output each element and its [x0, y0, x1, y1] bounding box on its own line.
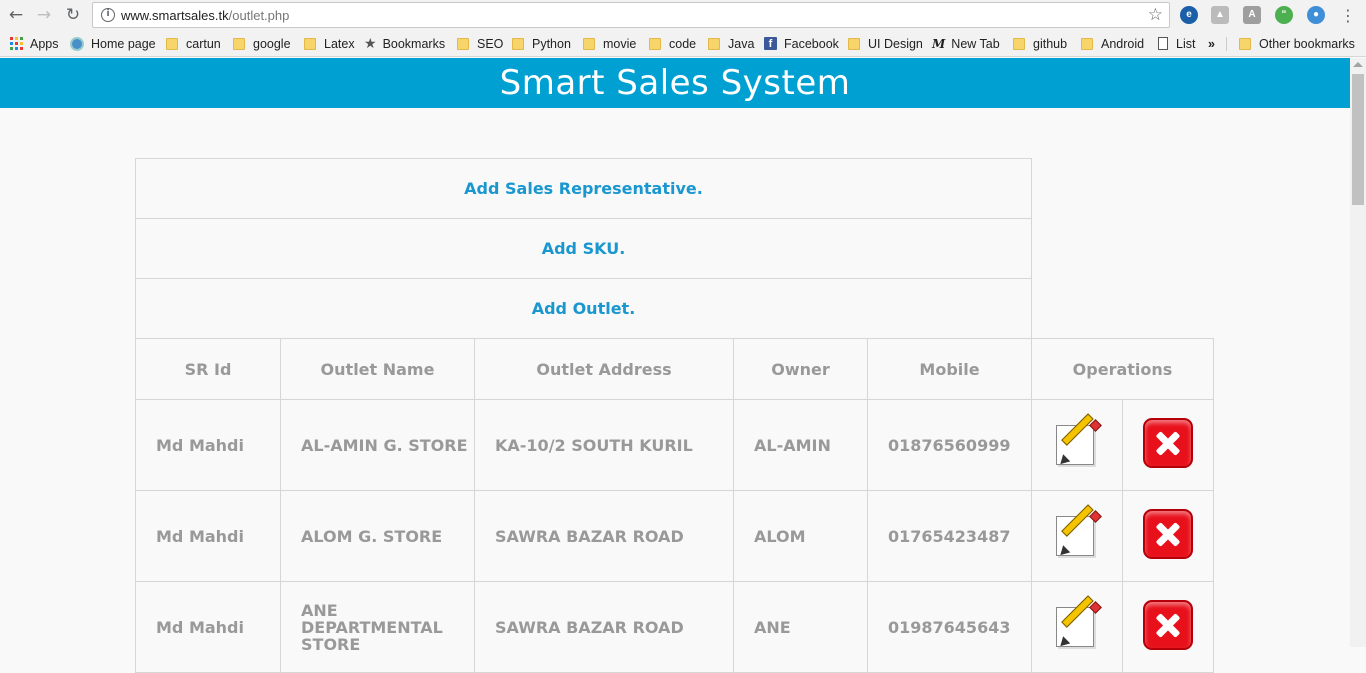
add-outlet-link[interactable]: Add Outlet.: [135, 278, 1032, 339]
medium-icon: M: [932, 36, 946, 51]
back-arrow-icon[interactable]: ←: [6, 5, 26, 25]
outlet-address-cell: SAWRA BAZAR ROAD: [474, 490, 734, 582]
owner-cell: ANE: [733, 581, 868, 673]
table-row: Md Mahdi AL-AMIN G. STORE KA-10/2 SOUTH …: [135, 399, 1214, 491]
reload-icon[interactable]: ↻: [63, 5, 83, 25]
delete-cell: [1122, 399, 1214, 491]
outlet-name-cell: AL-AMIN G. STORE: [280, 399, 475, 491]
edit-pencil-icon[interactable]: [1054, 413, 1102, 468]
edit-pencil-icon[interactable]: [1054, 504, 1102, 559]
folder-icon: [166, 37, 178, 50]
table-header-row: SR Id Outlet Name Outlet Address Owner M…: [135, 338, 1214, 400]
folder-icon: [457, 37, 469, 50]
column-header-sr-id: SR Id: [135, 338, 281, 400]
column-header-operations: Operations: [1031, 338, 1214, 400]
bookmark-movie[interactable]: movie: [583, 35, 636, 52]
url-text[interactable]: www.smartsales.tk/outlet.php: [121, 8, 289, 23]
folder-icon: [708, 37, 720, 50]
bookmark-list[interactable]: List: [1158, 35, 1195, 52]
info-icon[interactable]: i: [101, 8, 115, 22]
bookmark-code[interactable]: code: [649, 35, 696, 52]
bookmark-latex[interactable]: Latex: [304, 35, 355, 52]
scrollbar-thumb[interactable]: [1352, 74, 1364, 205]
folder-icon: [848, 37, 860, 50]
edit-cell: [1031, 490, 1123, 582]
bookmark-new-tab[interactable]: M New Tab: [932, 35, 1000, 52]
bookmarks-divider: [1226, 37, 1227, 51]
globe-extension-icon[interactable]: ●: [1307, 6, 1325, 24]
column-header-outlet-address: Outlet Address: [474, 338, 734, 400]
mobile-cell: 01987645643: [867, 581, 1032, 673]
delete-x-icon[interactable]: [1143, 418, 1193, 468]
bookmark-bookmarks[interactable]: ★ Bookmarks: [364, 35, 445, 52]
folder-icon: [583, 37, 595, 50]
bookmark-python[interactable]: Python: [512, 35, 571, 52]
bookmark-facebook[interactable]: f Facebook: [764, 35, 839, 52]
edit-cell: [1031, 581, 1123, 673]
star-icon: ★: [364, 35, 377, 51]
outlet-address-cell: KA-10/2 SOUTH KURIL: [474, 399, 734, 491]
android-icon[interactable]: ▲: [1211, 6, 1229, 24]
forward-arrow-icon[interactable]: →: [34, 5, 54, 25]
bookmark-android[interactable]: Android: [1081, 35, 1144, 52]
bookmark-home-page[interactable]: Home page: [70, 35, 156, 52]
folder-icon: [649, 37, 661, 50]
bookmark-star-icon[interactable]: ☆: [1148, 5, 1163, 25]
bookmark-apps[interactable]: Apps: [10, 35, 59, 52]
table-row: Md Mahdi ALOM G. STORE SAWRA BAZAR ROAD …: [135, 490, 1214, 582]
folder-icon: [1239, 37, 1251, 50]
add-sales-representative-link[interactable]: Add Sales Representative.: [135, 158, 1032, 219]
globe-icon: [70, 36, 84, 51]
browser-toolbar: ← → ↻ i www.smartsales.tk/outlet.php ☆ e…: [0, 0, 1366, 30]
address-bar[interactable]: i www.smartsales.tk/outlet.php ☆: [92, 2, 1170, 28]
bookmark-ui-design[interactable]: UI Design: [848, 35, 923, 52]
column-header-owner: Owner: [733, 338, 868, 400]
bookmark-google[interactable]: google: [233, 35, 291, 52]
edit-pencil-icon[interactable]: [1054, 595, 1102, 650]
menu-dots-icon[interactable]: ⋮: [1338, 5, 1358, 25]
bookmark-github[interactable]: github: [1013, 35, 1067, 52]
column-header-mobile: Mobile: [867, 338, 1032, 400]
mobile-cell: 01765423487: [867, 490, 1032, 582]
bookmark-seo[interactable]: SEO: [457, 35, 503, 52]
bookmark-cartun[interactable]: cartun: [166, 35, 221, 52]
bookmark-java[interactable]: Java: [708, 35, 754, 52]
bookmark-other-bookmarks[interactable]: Other bookmarks: [1239, 35, 1355, 52]
delete-cell: [1122, 490, 1214, 582]
delete-cell: [1122, 581, 1214, 673]
extension-icon[interactable]: e: [1180, 6, 1198, 24]
apps-grid-icon: [10, 37, 23, 50]
column-header-outlet-name: Outlet Name: [280, 338, 475, 400]
font-extension-icon[interactable]: A: [1243, 6, 1261, 24]
mobile-cell: 01876560999: [867, 399, 1032, 491]
folder-icon: [512, 37, 524, 50]
owner-cell: AL-AMIN: [733, 399, 868, 491]
quote-extension-icon[interactable]: “: [1275, 6, 1293, 24]
table-row: Md Mahdi ANE DEPARTMENTAL STORE SAWRA BA…: [135, 581, 1214, 673]
delete-x-icon[interactable]: [1143, 509, 1193, 559]
add-sku-link[interactable]: Add SKU.: [135, 218, 1032, 279]
sr-id-cell: Md Mahdi: [135, 490, 281, 582]
page-icon: [1158, 37, 1168, 50]
folder-icon: [1013, 37, 1025, 50]
sr-id-cell: Md Mahdi: [135, 581, 281, 673]
more-bookmarks-chevron[interactable]: »: [1208, 35, 1215, 52]
folder-icon: [1081, 37, 1093, 50]
outlet-table: SR Id Outlet Name Outlet Address Owner M…: [135, 338, 1214, 673]
outlet-name-cell: ALOM G. STORE: [280, 490, 475, 582]
folder-icon: [304, 37, 316, 50]
delete-x-icon[interactable]: [1143, 600, 1193, 650]
edit-cell: [1031, 399, 1123, 491]
scroll-up-arrow-icon[interactable]: [1353, 62, 1363, 67]
outlet-name-cell: ANE DEPARTMENTAL STORE: [280, 581, 475, 673]
owner-cell: ALOM: [733, 490, 868, 582]
outlet-address-cell: SAWRA BAZAR ROAD: [474, 581, 734, 673]
sr-id-cell: Md Mahdi: [135, 399, 281, 491]
folder-icon: [233, 37, 245, 50]
facebook-icon: f: [764, 37, 777, 50]
bookmarks-bar: Apps Home page cartun google Latex ★ Book…: [0, 30, 1366, 57]
site-title: Smart Sales System: [0, 58, 1350, 108]
